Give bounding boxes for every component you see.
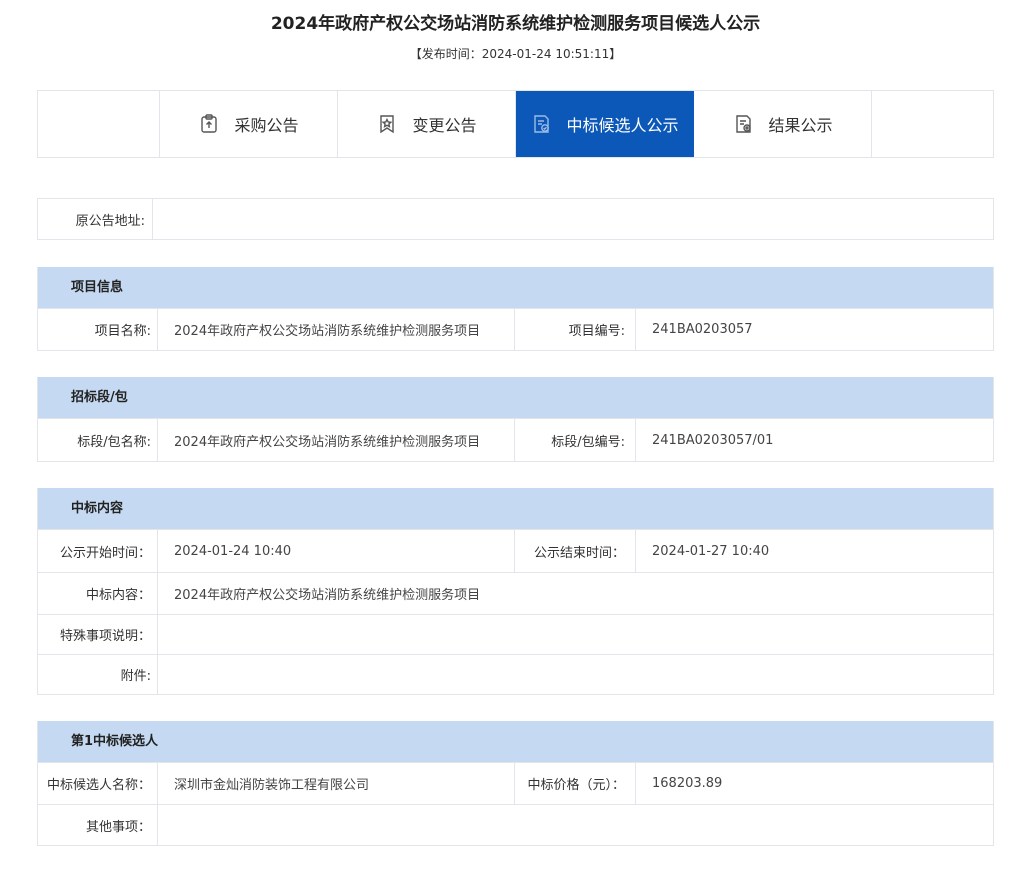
award-content-value: 2024年政府产权公交场站消防系统维护检测服务项目 — [174, 588, 481, 603]
bookmark-star-icon — [380, 115, 395, 134]
table-row: 其他事项： — [38, 804, 993, 845]
package-section: 招标段/包 标段/包名称: 2024年政府产权公交场站消防系统维护检测服务项目 … — [37, 377, 994, 462]
publish-time: 【发布时间：2024-01-24 10:51:11】 — [409, 47, 622, 61]
original-notice-label: 原公告地址: — [38, 199, 153, 239]
candidate-price-label: 中标价格（元）： — [515, 763, 636, 804]
candidate-name-value: 深圳市金灿消防装饰工程有限公司 — [158, 763, 515, 804]
page-title: 2024年政府产权公交场站消防系统维护检测服务项目候选人公示 — [270, 14, 761, 34]
table-row: 附件: — [38, 654, 993, 694]
table-row: 公示开始时间： 2024-01-24 10:40 公示结束时间： 2024-01… — [38, 529, 993, 572]
special-notes-label: 特殊事项说明： — [38, 615, 158, 654]
table-row: 项目名称: 2024年政府产权公交场站消防系统维护检测服务项目 项目编号: 24… — [38, 308, 993, 350]
attachment-label: 附件: — [38, 655, 158, 694]
other-matters-value — [158, 805, 993, 845]
section-heading: 中标内容 — [38, 488, 993, 529]
tab-change-notice[interactable]: 变更公告 — [338, 91, 516, 157]
table-row: 中标内容： 2024年政府产权公交场站消防系统维护检测服务项目 — [38, 572, 993, 614]
tab-label: 中标候选人公示 — [566, 116, 679, 135]
table-row: 特殊事项说明： — [38, 614, 993, 654]
package-code-label: 标段/包编号: — [515, 419, 636, 461]
section-heading: 招标段/包 — [38, 377, 993, 418]
package-name-label: 标段/包名称: — [38, 419, 158, 461]
project-code-value: 241BA0203057 — [652, 322, 753, 337]
tab-label: 变更公告 — [412, 116, 477, 135]
package-code-value: 241BA0203057/01 — [652, 432, 774, 448]
tab-procurement-notice[interactable]: 采购公告 — [160, 91, 338, 157]
tab-bar: 采购公告 变更公告 中标候选人公示 结果公示 — [37, 90, 994, 158]
table-row: 标段/包名称: 2024年政府产权公交场站消防系统维护检测服务项目 标段/包编号… — [38, 418, 993, 461]
attachment-value[interactable] — [158, 655, 993, 694]
project-name-label: 项目名称: — [38, 309, 158, 350]
project-code-label: 项目编号: — [515, 309, 636, 350]
tab-spacer — [38, 91, 160, 157]
clipboard-upload-icon — [201, 114, 218, 133]
tab-result-notice[interactable]: 结果公示 — [694, 91, 872, 157]
tab-candidate-notice[interactable]: 中标候选人公示 — [516, 91, 694, 157]
special-notes-value — [158, 615, 993, 654]
tab-label: 采购公告 — [234, 116, 299, 135]
candidate-name-label: 中标候选人名称： — [38, 763, 158, 804]
award-content-section: 中标内容 公示开始时间： 2024-01-24 10:40 公示结束时间： 20… — [37, 488, 994, 695]
table-row: 中标候选人名称： 深圳市金灿消防装饰工程有限公司 中标价格（元）： 168203… — [38, 762, 993, 804]
section-heading: 第1中标候选人 — [38, 721, 993, 762]
document-gear-icon — [736, 115, 752, 133]
notice-end-value: 2024-01-27 10:40 — [652, 543, 770, 559]
award-content-label: 中标内容： — [38, 573, 158, 614]
project-info-section: 项目信息 项目名称: 2024年政府产权公交场站消防系统维护检测服务项目 项目编… — [37, 267, 994, 351]
notice-end-label: 公示结束时间： — [515, 530, 636, 572]
notice-start-label: 公示开始时间： — [38, 530, 158, 572]
section-heading: 项目信息 — [38, 267, 993, 308]
candidate-section: 第1中标候选人 中标候选人名称： 深圳市金灿消防装饰工程有限公司 中标价格（元）… — [37, 721, 994, 846]
candidate-price-value: 168203.89 — [652, 776, 723, 791]
document-check-icon — [534, 115, 550, 133]
notice-start-value: 2024-01-24 10:40 — [158, 530, 515, 572]
project-name-value: 2024年政府产权公交场站消防系统维护检测服务项目 — [158, 309, 515, 350]
package-name-value: 2024年政府产权公交场站消防系统维护检测服务项目 — [158, 419, 515, 461]
other-matters-label: 其他事项： — [38, 805, 158, 845]
original-notice-row: 原公告地址: — [37, 198, 994, 240]
tab-label: 结果公示 — [768, 116, 833, 135]
page: 2024年政府产权公交场站消防系统维护检测服务项目候选人公示 【发布时间：202… — [37, 0, 994, 846]
